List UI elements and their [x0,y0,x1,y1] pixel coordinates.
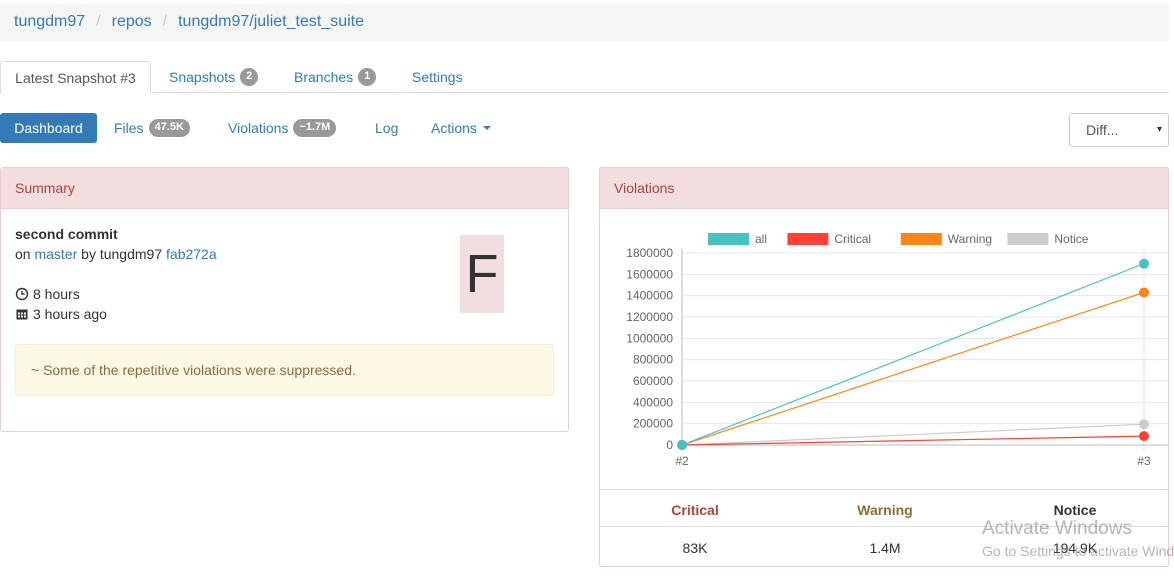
legend-label: Critical [834,232,871,246]
diff-select-value: Diff... [1086,122,1119,138]
by-text: by [81,246,96,262]
series-line-notice [681,423,1145,446]
time-ago-text: 3 hours ago [33,306,107,322]
violations-label: Violations [228,120,289,136]
commit-title: second commit [15,226,118,242]
tab-label: Branches [294,69,354,85]
warning-value: 1.4M [869,540,901,556]
breadcrumb-repo[interactable]: tungdm97/juliet_test_suite [178,13,364,31]
y-tick-label: 1600000 [626,267,673,281]
y-tick-label: 1000000 [626,331,673,345]
x-tick-label: #3 [1137,454,1151,468]
y-tick-label: 1800000 [626,246,673,260]
actions-dropdown[interactable]: Actions [431,113,491,143]
dashboard-button[interactable]: Dashboard [0,113,97,143]
y-tick-label: 1400000 [626,289,673,303]
breadcrumb-separator: / [96,13,101,30]
legend-label: Notice [1054,232,1088,246]
chevron-down-icon: ▾ [1156,124,1162,135]
data-point-critical [1139,431,1149,442]
tab-label: Settings [412,69,463,85]
tab-settings[interactable]: Settings [412,61,463,93]
series-line-all [681,263,1145,446]
series-line-warning [681,291,1145,446]
branch-link[interactable]: master [34,246,77,262]
duration-line: 8 hours [15,286,80,302]
summary-heading: Summary [1,168,568,209]
clock-icon [15,287,29,301]
activate-windows-subtitle: Go to Settings to activate Windows. [982,543,1174,559]
branches-count-badge: 1 [358,68,377,86]
quality-grade: F [460,235,504,313]
violations-line-chart: all Critical Warning Notice 0 200000 400000 600… [626,232,1169,468]
legend-swatch [708,233,749,245]
duration-text: 8 hours [33,286,80,302]
critical-header: Critical [671,502,719,518]
time-ago-line: 3 hours ago [15,306,107,322]
legend-swatch [787,233,829,245]
critical-value: 83K [682,540,708,556]
notice-header: Notice [1053,502,1097,518]
calendar-icon [16,309,28,320]
files-button[interactable]: Files 47.5K [114,113,190,143]
breadcrumb-separator: / [162,13,168,30]
snapshots-count-badge: 2 [240,68,259,86]
diff-select[interactable]: Diff... ▾ [1069,113,1169,147]
breadcrumb: tungdm97 / repos / tungdm97/juliet_test_… [0,3,1169,41]
log-button[interactable]: Log [375,113,398,143]
y-tick-label: 400000 [633,395,673,409]
violations-count-badge: ~1.7M [293,119,337,137]
summary-panel: Summary second commit on master by tungd… [0,167,569,432]
violations-button[interactable]: Violations ~1.7M [228,113,337,143]
legend-swatch [1007,233,1049,245]
snapshot-tabs: Latest Snapshot #3 Snapshots 2 Branches … [0,61,1169,94]
tab-snapshots[interactable]: Snapshots 2 [169,61,259,93]
activate-windows-title: Activate Windows [982,518,1132,539]
tab-latest-snapshot[interactable]: Latest Snapshot #3 [0,61,151,94]
dashboard-nav: Dashboard Files 47.5K Violations ~1.7M L… [0,113,600,143]
y-tick-label: 1200000 [626,310,673,324]
tab-branches[interactable]: Branches 1 [294,61,377,93]
y-tick-label: 0 [666,438,673,452]
caret-down-icon [482,126,491,130]
data-point-warning [1139,287,1149,298]
actions-label: Actions [431,120,477,136]
dashboard-label: Dashboard [14,120,83,136]
breadcrumb-user[interactable]: tungdm97 [14,13,85,31]
tab-label: Snapshots [169,69,236,85]
violations-heading: Violations [600,168,1168,209]
on-text: on [15,246,31,262]
y-tick-label: 200000 [633,417,673,431]
x-tick-label: #2 [675,454,689,468]
warning-header: Warning [857,502,913,518]
data-point-all [1139,258,1149,269]
series-line-critical [681,435,1145,446]
legend-label: all [755,232,767,246]
commit-info: on master by tungdm97 fab272a [15,246,217,262]
files-count-badge: 47.5K [148,119,190,137]
breadcrumb-repos[interactable]: repos [112,13,152,31]
log-label: Log [375,120,399,136]
legend-swatch [900,233,942,245]
data-point-notice [1139,419,1149,430]
violations-chart: all Critical Warning Notice 0 200000 400000 600… [600,209,1169,489]
author-name: tungdm97 [99,246,163,262]
violations-panel: Violations all Critical Warning Notice 0 2000… [599,167,1169,567]
y-tick-label: 800000 [633,353,673,367]
legend-label: Warning [948,232,992,246]
files-label: Files [114,120,144,136]
tab-label: Latest Snapshot #3 [15,69,136,86]
suppression-alert: ~ Some of the repetitive violations were… [15,344,554,396]
y-tick-label: 600000 [633,374,673,388]
data-point-all [677,440,687,450]
commit-hash-link[interactable]: fab272a [166,246,217,262]
